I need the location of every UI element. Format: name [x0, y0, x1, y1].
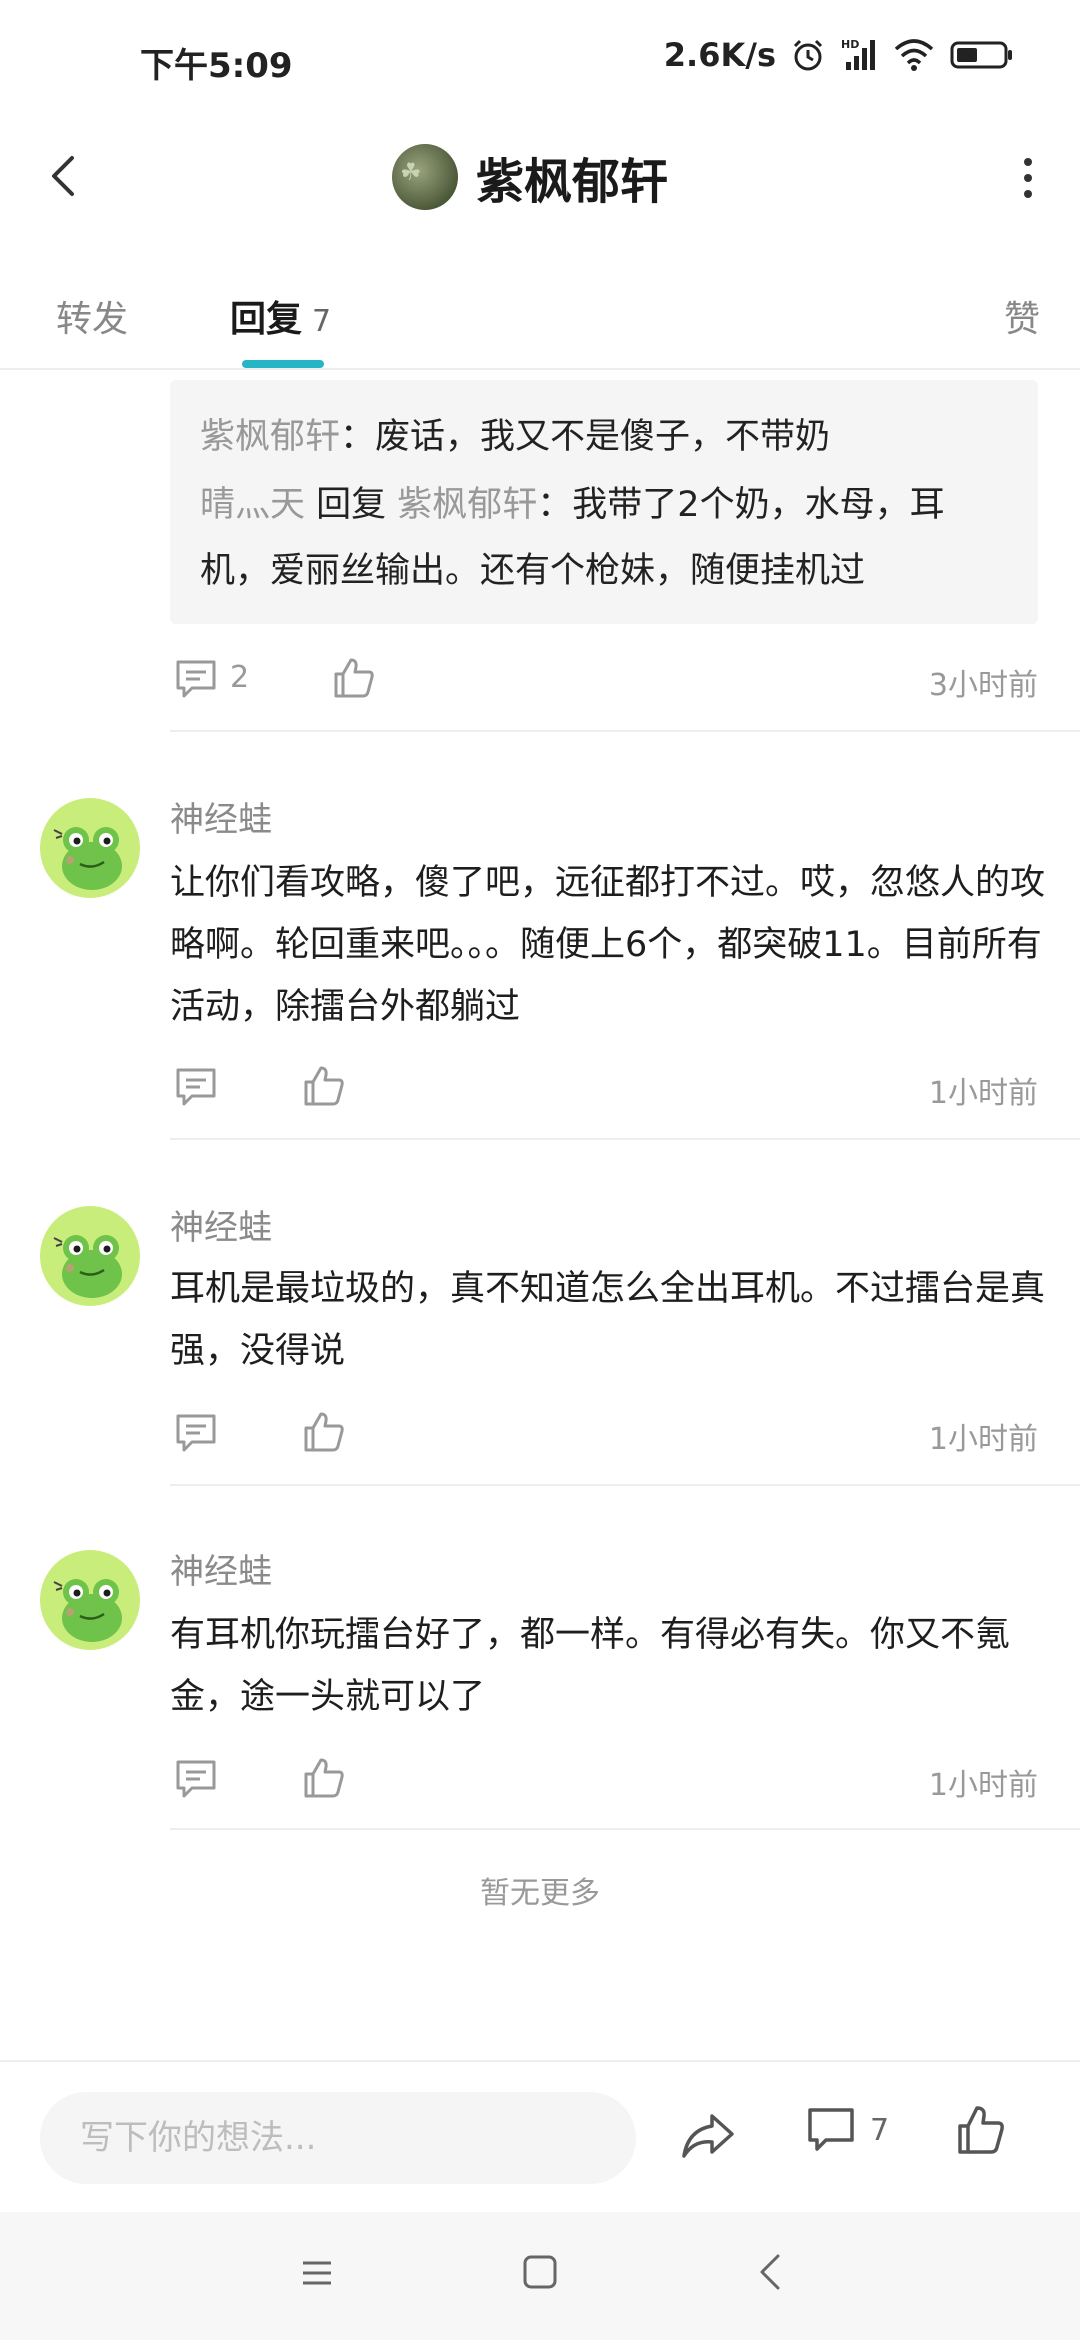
svg-text:HD: HD — [841, 38, 859, 51]
comment-count: 2 — [230, 660, 250, 695]
quoted-reply-2: 晴灬天 回复 紫枫郁轩：我带了2个奶，水母，耳 — [200, 472, 945, 538]
like-button[interactable] — [332, 656, 376, 704]
comment-text: 有耳机你玩擂台好了，都一样。有得必有失。你又不氪金，途一头就可以了 — [170, 1615, 1011, 1717]
comment-icon — [176, 1760, 216, 1798]
bottom-comment-button[interactable]: 7 — [806, 2106, 889, 2154]
divider — [170, 1484, 1080, 1486]
comment-text: 让你们看攻略，傻了吧，远征都打不过。哎，忽悠人的攻略啊。轮回重来吧。。。随便上6… — [170, 863, 1046, 1027]
thumbs-up-icon — [304, 1412, 344, 1452]
wifi-icon — [894, 39, 934, 71]
signal-hd-icon: HD — [841, 38, 875, 70]
compose-input[interactable] — [40, 2092, 636, 2184]
comment-button[interactable] — [174, 1758, 218, 1804]
bottom-like-button[interactable] — [956, 2104, 1006, 2160]
quoted-reply-2-cont: 机，爱丽丝输出。还有个枪妹，随便挂机过 — [200, 551, 866, 591]
battery-icon — [950, 41, 1012, 69]
share-arrow-icon — [682, 2114, 734, 2158]
comment-button[interactable] — [174, 658, 218, 704]
frog-avatar-icon — [53, 1235, 122, 1298]
quoted-text: ：我带了2个奶，水母，耳 — [537, 485, 945, 525]
quoted-user[interactable]: 紫枫郁轩 — [200, 417, 340, 457]
divider — [170, 730, 1080, 732]
thumbs-up-icon — [304, 1066, 344, 1106]
status-icons: 2.6K/s HD — [664, 36, 1014, 74]
back-button[interactable] — [36, 148, 92, 204]
no-more-text: 暂无更多 — [480, 1876, 600, 1911]
like-button[interactable] — [302, 1410, 346, 1458]
comment-actions: 1小时前 — [170, 1404, 1038, 1464]
comment-username[interactable]: 神经蛙 — [170, 1544, 272, 1593]
avatar[interactable] — [40, 1550, 140, 1650]
tab-like[interactable]: 赞 — [1004, 290, 1040, 342]
recent-apps-button[interactable] — [300, 2256, 334, 2294]
reply-word: 回复 — [305, 485, 398, 525]
timestamp: 3小时前 — [928, 668, 1038, 703]
comment-actions: 1小时前 — [170, 1058, 1038, 1118]
reply-target-user[interactable]: 紫枫郁轩 — [397, 485, 537, 525]
comment-username[interactable]: 神经蛙 — [170, 1200, 272, 1249]
tab-reply-label: 回复 — [230, 299, 303, 340]
comment-text: 耳机是最垃圾的，真不知道怎么全出耳机。不过擂台是真强，没得说 — [170, 1269, 1046, 1371]
comment-button[interactable] — [174, 1066, 218, 1112]
timestamp: 1小时前 — [928, 1768, 1038, 1803]
chevron-left-icon — [52, 156, 74, 196]
divider — [170, 1138, 1080, 1140]
home-button[interactable] — [522, 2254, 558, 2294]
system-nav-bar — [0, 2212, 1080, 2340]
avatar[interactable] — [40, 1206, 140, 1306]
timestamp: 1小时前 — [928, 1076, 1038, 1111]
back-triangle-icon — [760, 2254, 780, 2290]
active-tab-indicator — [242, 360, 324, 368]
tab-forward[interactable]: 转发 — [56, 290, 128, 342]
comment-icon — [176, 1068, 216, 1106]
thumbs-up-icon — [958, 2106, 1004, 2154]
comment-icon — [808, 2108, 854, 2151]
status-bar: 下午5:09 2.6K/s HD — [0, 0, 1080, 120]
divider — [170, 1828, 1080, 1830]
thread-actions: 2 3小时前 — [170, 650, 1038, 710]
quoted-text: ：废话，我又不是傻子，不带奶 — [340, 417, 831, 457]
tab-bar: 转发 回复 7 赞 — [0, 250, 1080, 370]
avatar[interactable] — [40, 798, 140, 898]
avatar-decoration: ☘ — [400, 158, 422, 186]
frog-avatar-icon — [53, 827, 122, 890]
like-button[interactable] — [302, 1064, 346, 1112]
more-vertical-icon — [1024, 158, 1032, 198]
comment-icon — [176, 1414, 216, 1452]
thumbs-up-icon — [334, 658, 374, 698]
menu-icon — [303, 2261, 331, 2285]
tab-reply-count: 7 — [312, 304, 332, 339]
header: ☘ 紫枫郁轩 — [0, 120, 1080, 230]
thumbs-up-icon — [304, 1758, 344, 1798]
share-button[interactable] — [680, 2110, 736, 2166]
quoted-replies[interactable]: 紫枫郁轩：废话，我又不是傻子，不带奶 晴灬天 回复 紫枫郁轩：我带了2个奶，水母… — [170, 380, 1038, 624]
comment-button[interactable] — [174, 1412, 218, 1458]
alarm-icon — [793, 39, 823, 71]
comment-actions: 1小时前 — [170, 1750, 1038, 1810]
page-title: 紫枫郁轩 — [476, 154, 669, 210]
comment-icon — [176, 660, 216, 698]
network-speed: 2.6K/s — [663, 36, 776, 74]
comment-username[interactable]: 神经蛙 — [170, 792, 272, 841]
system-back-button[interactable] — [752, 2252, 788, 2296]
more-options-button[interactable] — [1016, 154, 1040, 202]
frog-avatar-icon — [53, 1579, 122, 1642]
title-group[interactable]: ☘ 紫枫郁轩 — [392, 142, 668, 212]
quoted-reply-1: 紫枫郁轩：废话，我又不是傻子，不带奶 — [200, 404, 830, 470]
author-avatar[interactable]: ☘ — [392, 144, 458, 210]
home-square-icon — [523, 2255, 557, 2289]
like-button[interactable] — [302, 1756, 346, 1804]
tab-reply[interactable]: 回复 7 — [230, 290, 331, 342]
bottom-action-bar: 7 — [0, 2060, 1080, 2212]
timestamp: 1小时前 — [928, 1422, 1038, 1457]
quoted-user[interactable]: 晴灬天 — [200, 485, 305, 525]
status-time: 下午5:09 — [140, 46, 293, 86]
bottom-comment-count: 7 — [870, 2112, 890, 2148]
